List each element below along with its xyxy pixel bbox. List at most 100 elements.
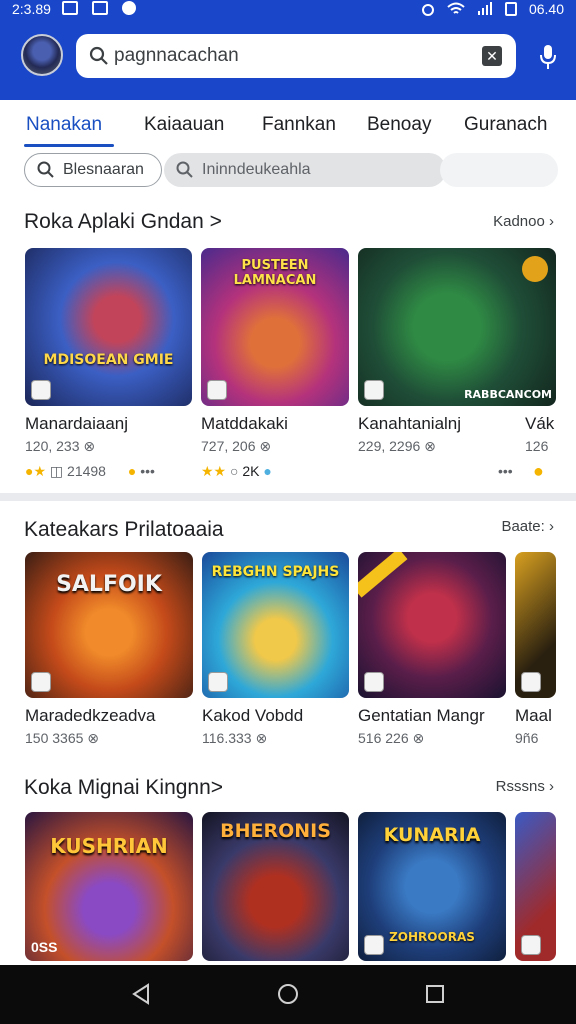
more-label: Baate: — [501, 518, 545, 535]
new-ribbon — [358, 552, 408, 598]
app-name[interactable]: Vák — [525, 414, 554, 434]
coin-icon — [522, 256, 548, 282]
app-name[interactable]: Maradedkzeadva — [25, 706, 155, 726]
status-clock: 06.40 — [528, 1, 564, 17]
search-icon — [37, 161, 54, 178]
category-tabs: Nanakan Kaiaauan Fannkan Benoay Guranach — [0, 100, 576, 148]
card-caption: RABBCANCOM — [464, 388, 552, 401]
app-card-image[interactable]: PUSTEEN LAMNACAN — [201, 248, 349, 406]
app-downloads: 150 3365 ⊗ — [25, 730, 100, 746]
app-card-image[interactable] — [515, 812, 556, 961]
app-name[interactable]: Kakod Vobdd — [202, 706, 303, 726]
app-card-image[interactable]: BHERONIS — [202, 812, 349, 961]
star-icon: ★★ — [201, 463, 227, 479]
more-dots-icon[interactable]: ••• — [498, 463, 513, 479]
app-card-image[interactable]: SALFOIK — [25, 552, 193, 698]
app-downloads: 120, 233 ⊗ — [25, 438, 96, 454]
app-name[interactable]: Matddakaki — [201, 414, 288, 434]
filter-chip[interactable]: Ininndeukeahla — [164, 153, 446, 187]
search-input[interactable]: pagnnacachan ✕ — [76, 34, 516, 78]
app-rating-row: ●★ ◫ 21498 ● ••• — [25, 463, 155, 479]
more-label: Rsssns — [495, 778, 545, 795]
app-badge-icon — [364, 380, 384, 400]
tab-fannkan[interactable]: Fannkan — [262, 114, 336, 136]
clear-search-icon[interactable]: ✕ — [482, 46, 502, 66]
app-badge-icon — [521, 672, 541, 692]
app-downloads: 126 — [525, 438, 549, 454]
app-downloads: 116.333 ⊗ — [202, 730, 268, 746]
card-caption: KUSHRIAN — [50, 834, 168, 858]
signal-icon — [477, 2, 492, 15]
system-icons: 06.40 — [421, 1, 564, 17]
filter-chip-faded[interactable] — [440, 153, 558, 187]
star-icon: ●★ — [25, 463, 47, 479]
section-more-link[interactable]: Kadnoo › — [493, 213, 554, 230]
chevron-right-icon: › — [549, 213, 554, 230]
app-badge-icon — [31, 380, 51, 400]
app-name[interactable]: Kanahtanialnj — [358, 414, 461, 434]
gallery-icon — [92, 1, 108, 15]
info-icon: ● — [263, 463, 272, 479]
app-name[interactable]: Manardaiaanj — [25, 414, 128, 434]
app-card-image[interactable]: RABBCANCOM — [358, 248, 556, 406]
chip-label: Blesnaaran — [63, 161, 144, 178]
section-more-link[interactable]: Rsssns › — [496, 778, 554, 795]
system-nav-bar — [0, 965, 576, 1024]
coin-icon: ● — [127, 463, 137, 479]
active-tab-indicator — [24, 144, 114, 147]
tab-kaiaauan[interactable]: Kaiaauan — [144, 114, 224, 136]
recents-icon[interactable] — [424, 983, 446, 1005]
card-caption: SALFOIK — [56, 572, 162, 597]
chat-icon — [122, 1, 136, 15]
app-card-image[interactable]: KUSHRIAN 0SS — [25, 812, 193, 961]
app-downloads: 727, 206 ⊗ — [201, 438, 272, 454]
tab-nanakan[interactable]: Nanakan — [26, 114, 102, 136]
chevron-right-icon: › — [549, 778, 554, 795]
card-caption: MDISOEAN GMIE — [43, 352, 174, 368]
section-title[interactable]: Roka Aplaki Gndan > — [24, 210, 222, 234]
avatar[interactable] — [21, 34, 63, 76]
alarm-icon — [421, 4, 434, 16]
more-label: Kadnoo — [493, 213, 545, 230]
app-name[interactable]: Gentatian Mangr — [358, 706, 485, 726]
app-card-image[interactable] — [358, 552, 506, 698]
app-name[interactable]: Maal — [515, 706, 552, 726]
search-icon — [89, 46, 108, 65]
home-icon[interactable] — [277, 983, 299, 1005]
app-card-image[interactable]: KUNARIA ZOHROORAS — [358, 812, 506, 961]
card-corner-label: 0SS — [31, 939, 58, 955]
card-caption: PUSTEEN LAMNACAN — [233, 258, 317, 288]
app-badge-icon — [207, 380, 227, 400]
app-rating-row: ★★ ○ 2K ● — [201, 463, 272, 479]
status-bar: 2:3.89 06.40 — [0, 0, 576, 20]
app-downloads: 516 226 ⊗ — [358, 730, 425, 746]
app-badge-icon — [364, 935, 384, 955]
chip-label: Ininndeukeahla — [202, 161, 311, 178]
search-query: pagnnacachan — [114, 45, 239, 66]
section-more-link[interactable]: Baate: › — [501, 518, 554, 535]
search-icon — [176, 161, 193, 178]
app-card-image[interactable]: REBGHN SPAJHS — [202, 552, 349, 698]
mic-icon[interactable] — [538, 44, 558, 70]
back-icon[interactable] — [130, 983, 152, 1005]
app-downloads: 9ñ6 — [515, 730, 539, 746]
card-caption: REBGHN SPAJHS — [211, 564, 340, 580]
app-badge-icon — [31, 672, 51, 692]
filter-chip[interactable]: Blesnaaran — [24, 153, 162, 187]
tab-benoay[interactable]: Benoay — [367, 114, 431, 136]
app-card-image[interactable]: MDISOEAN GMIE — [25, 248, 192, 406]
notification-icon — [62, 1, 78, 15]
status-time: 2:3.89 — [12, 1, 51, 17]
app-header: 2:3.89 06.40 pagnnacachan ✕ — [0, 0, 576, 100]
section-title[interactable]: Koka Mignai Kingnn> — [24, 776, 223, 800]
card-caption: KUNARIA — [383, 824, 481, 846]
app-downloads: 229, 2296 ⊗ — [358, 438, 436, 454]
more-dots-icon[interactable]: ••• — [140, 463, 155, 479]
section-title[interactable]: Kateakars Prilatoaaia — [24, 518, 224, 542]
app-card-image[interactable] — [515, 552, 556, 698]
app-badge-icon — [521, 935, 541, 955]
coin-icon: ● — [533, 461, 544, 481]
app-badge-icon — [208, 672, 228, 692]
card-caption: BHERONIS — [220, 820, 331, 842]
tab-guranach[interactable]: Guranach — [464, 114, 547, 136]
